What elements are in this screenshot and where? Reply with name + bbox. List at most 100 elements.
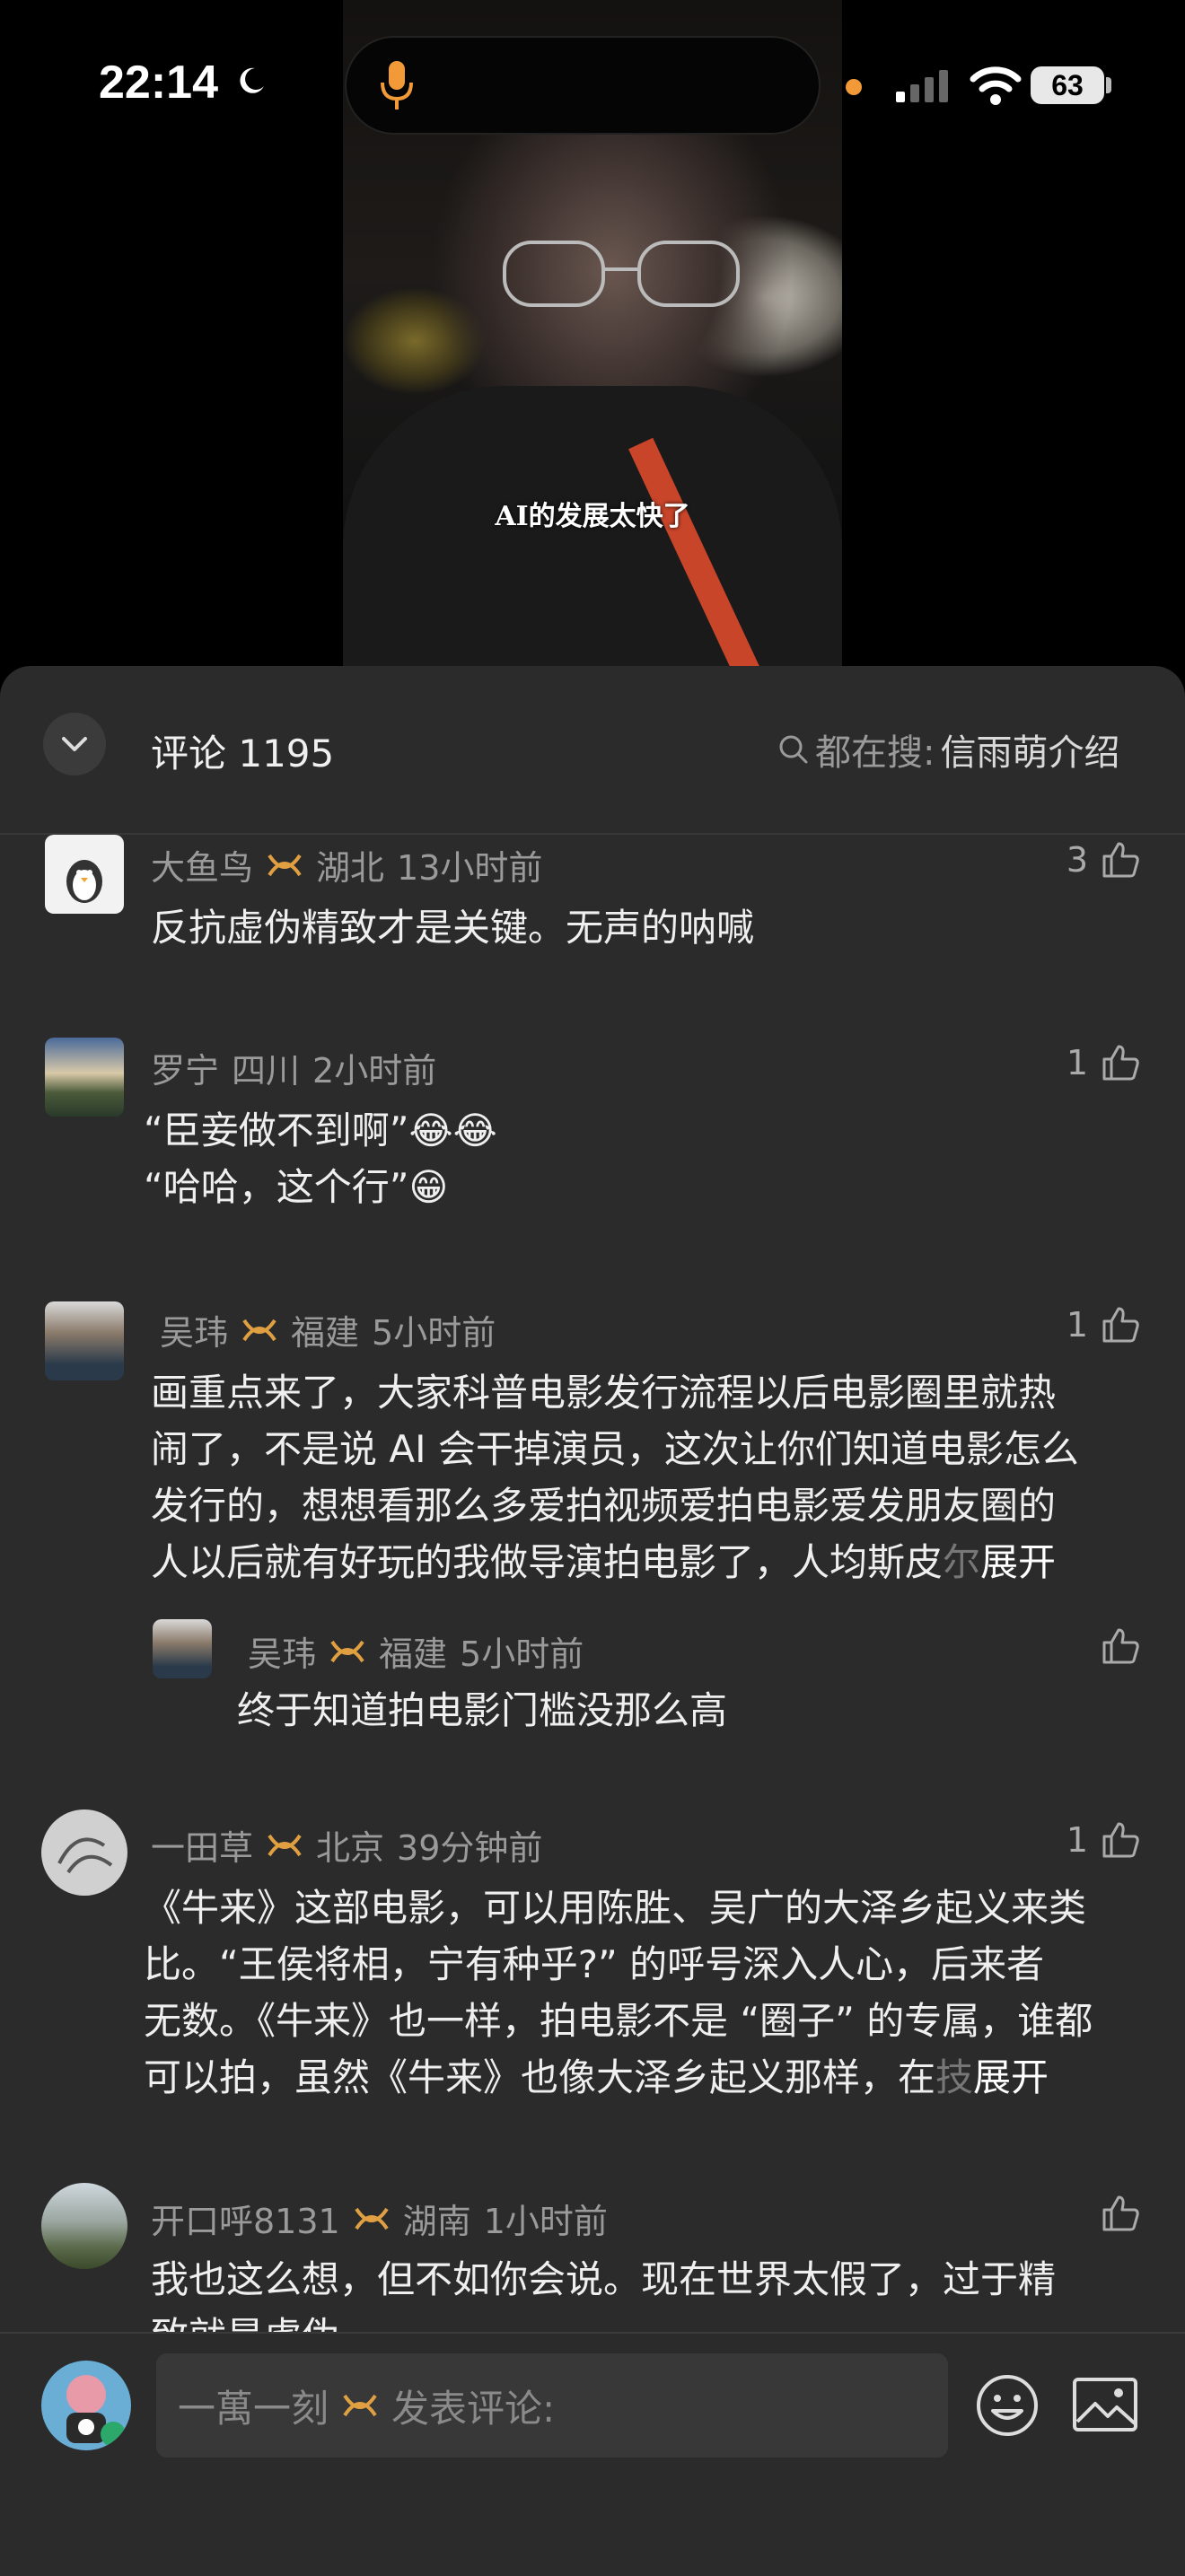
wifi-icon [970,66,1022,105]
comment-line: 反抗虚伪精致才是关键。无声的呐喊 [151,906,755,950]
vip-badge-icon [343,2394,377,2417]
reply-location: 福建 [379,1634,448,1674]
comment-line: 可以拍，虽然《牛来》也像大泽乡起义那样，在技展开 [144,2049,1158,2106]
vip-badge-icon [268,854,302,876]
comment-time: 13小时前 [397,848,543,888]
vip-badge-icon [355,2207,389,2230]
fade-text: 技 [935,2055,974,2099]
avatar[interactable] [41,2183,127,2269]
cellular-signal-icon [896,70,948,102]
laughing-emoji-icon: 😂😂 [408,1108,497,1152]
reply-text: 终于知道拍电影门槛没那么高 [237,1682,1135,1739]
comment-line: “哈哈，这个行”😁 [144,1159,1131,1215]
comment-line-text: 可以拍，虽然《牛来》也像大泽乡起义那样，在 [144,2055,936,2099]
status-time: 22:14 [99,57,218,109]
header-divider [0,833,1185,835]
thumbs-up-icon [1102,1045,1139,1081]
reply-username[interactable]: 吴玮 [248,1626,316,1676]
reply-line: 终于知道拍电影门槛没那么高 [237,1688,728,1732]
like-button[interactable] [988,1626,1140,1666]
like-button[interactable]: 3 [988,840,1140,880]
avatar[interactable] [41,1809,127,1896]
reply-time: 5小时前 [460,1634,584,1674]
chevron-down-icon [62,737,87,751]
comment-meta: 大鱼鸟 湖北 13小时前 [151,840,542,889]
calligraphy-avatar-icon [57,1837,113,1874]
comment-line-text: “哈哈，这个行” [144,1165,409,1209]
like-count: 1 [1066,1043,1088,1082]
like-button[interactable] [988,2194,1140,2233]
like-button[interactable]: 1 [988,1043,1140,1082]
comment-line: “臣妾做不到啊”😂😂 [144,1102,1131,1159]
like-count: 1 [1066,1305,1088,1345]
fade-text: 尔 [943,1540,981,1584]
comment-username[interactable]: 一田草 [151,1820,253,1870]
comments-title: 评论 1195 [151,732,335,775]
avatar[interactable] [45,1038,124,1117]
comment-line: 比。“王侯将相，宁有种乎?” 的呼号深入人心，后来者 [144,1942,1045,1986]
comment-line: 发行的，想想看那么多爱拍视频爱拍电影爱发朋友圈的 [151,1484,1057,1528]
comment-input[interactable]: 一萬一刻 发表评论: [156,2353,948,2458]
avatar[interactable] [45,835,124,914]
reply-meta: 吴玮 福建 5小时前 [248,1626,584,1676]
emoji-icon[interactable] [975,2373,1040,2438]
comment-line: 无数。《牛来》也一样，拍电影不是 “圈子” 的专属，谁都 [144,1999,1093,2043]
comment-location: 福建 [291,1313,360,1353]
comment-username[interactable]: 开口呼8131 [151,2194,340,2243]
comment-location: 四川 [232,1051,301,1091]
like-count: 3 [1066,840,1088,880]
comment-meta: 吴玮 福建 5小时前 [160,1305,496,1354]
vip-badge-icon [268,1834,302,1856]
comment-time: 2小时前 [312,1051,437,1091]
vip-badge-icon [330,1640,364,1662]
comment-line-text: 人以后就有好玩的我做导演拍电影了，人均斯皮 [151,1540,944,1584]
comment-text: 反抗虚伪精致才是关键。无声的呐喊 [151,899,1138,956]
comment-line: 《牛来》这部电影，可以用陈胜、吴广的大泽乡起义来类 [144,1886,1087,1930]
my-avatar[interactable] [41,2361,131,2450]
comment-location: 北京 [316,1828,385,1868]
thumbs-up-icon [1102,1307,1139,1343]
expand-button[interactable]: 展开 [973,2055,1049,2099]
thumbs-up-icon [1102,2195,1139,2231]
video-glasses [503,241,740,307]
comment-username[interactable]: 罗宁 [151,1043,219,1092]
like-count: 1 [1066,1820,1088,1860]
expand-button[interactable]: 展开 [980,1540,1056,1584]
comment-line: 闹了，不是说 AI 会干掉演员，这次让你们知道电影怎么 [151,1427,1079,1471]
search-icon [779,735,808,764]
image-icon[interactable] [1072,2377,1138,2432]
trending-search[interactable]: 都在搜: 信雨萌介绍 [777,723,1119,775]
search-term[interactable]: 信雨萌介绍 [940,723,1119,775]
comment-time: 39分钟前 [397,1828,543,1868]
vip-badge-icon [242,1319,276,1341]
comment-line-text: “臣妾做不到啊” [144,1108,409,1152]
like-button[interactable]: 1 [988,1820,1140,1860]
avatar[interactable] [45,1301,124,1380]
thumbs-up-icon [1102,1628,1139,1664]
battery-tip [1106,77,1111,93]
comment-location: 湖北 [316,848,385,888]
avatar[interactable] [153,1619,212,1678]
comment-meta: 开口呼8131 湖南 1小时前 [151,2194,608,2243]
comment-text: “臣妾做不到啊”😂😂 “哈哈，这个行”😁 [144,1102,1131,1215]
privacy-indicator-dot [846,79,862,95]
comment-username[interactable]: 大鱼鸟 [151,840,253,889]
battery-indicator: 63 [1031,66,1104,104]
video-caption: AI的发展太快了 [495,501,690,532]
input-username: 一萬一刻 [178,2386,329,2431]
penguin-avatar-icon [66,860,102,903]
comment-username[interactable]: 吴玮 [160,1305,228,1354]
collapse-button[interactable] [43,713,106,775]
moon-icon [240,67,264,93]
comment-line: 画重点来了，大家科普电影发行流程以后电影圈里就热 [151,1371,1057,1415]
comment-time: 5小时前 [372,1313,496,1353]
comment-text: 画重点来了，大家科普电影发行流程以后电影圈里就热 闹了，不是说 AI 会干掉演员… [151,1364,1156,1590]
input-placeholder: 发表评论: [391,2386,556,2431]
like-button[interactable]: 1 [988,1305,1140,1345]
comment-time: 1小时前 [483,2202,608,2241]
thumbs-up-icon [1102,1822,1139,1858]
search-prefix: 都在搜: [815,732,935,774]
video-person-shirt [343,386,842,682]
comment-text: 《牛来》这部电影，可以用陈胜、吴广的大泽乡起义来类 比。“王侯将相，宁有种乎?”… [144,1879,1158,2106]
microphone-icon [381,61,413,110]
